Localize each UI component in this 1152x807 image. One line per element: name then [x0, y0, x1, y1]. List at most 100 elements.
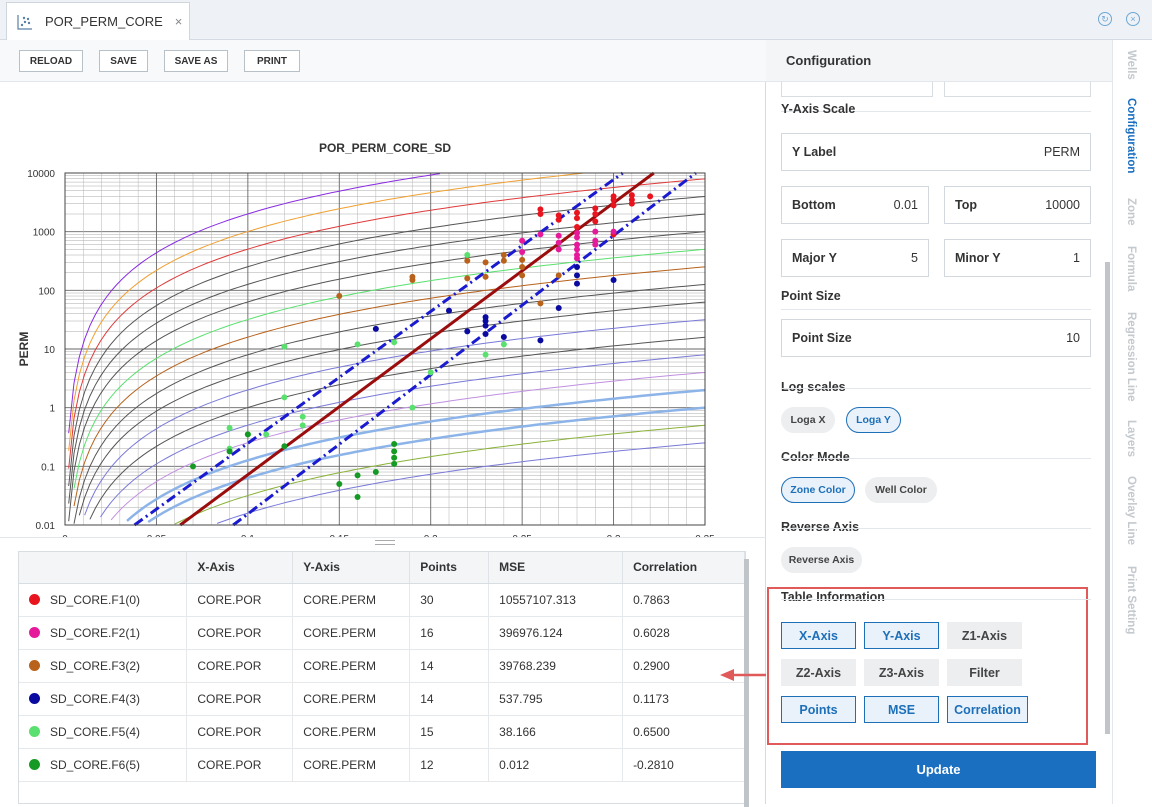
- data-point: [537, 206, 544, 213]
- top-field[interactable]: Top 10000: [944, 186, 1091, 224]
- y-axis-cell-text: CORE.PERM: [303, 757, 376, 772]
- mse-column-toggle[interactable]: MSE: [864, 696, 939, 723]
- print-button[interactable]: PRINT: [244, 50, 300, 72]
- reverse-axis-toggle[interactable]: Reverse Axis: [781, 547, 862, 573]
- points-cell-text: 30: [420, 592, 434, 607]
- y-axis-column-toggle[interactable]: Y-Axis: [864, 622, 939, 649]
- points-cell: 14: [409, 649, 490, 683]
- data-point: [519, 272, 526, 279]
- data-point: [500, 334, 507, 341]
- bottom-field[interactable]: Bottom 0.01: [781, 186, 929, 224]
- field-partial-right[interactable]: [944, 82, 1091, 97]
- config-scrollbar[interactable]: [1105, 262, 1110, 734]
- data-point: [226, 425, 233, 432]
- side-tab-wells[interactable]: Wells: [1125, 50, 1137, 80]
- side-tab-formula[interactable]: Formula: [1125, 246, 1137, 291]
- save-button[interactable]: SAVE: [99, 50, 148, 72]
- table-row[interactable]: SD_CORE.F6(5) CORE.POR CORE.PERM 12 0.012 -0.…: [19, 748, 745, 782]
- table-scrollbar[interactable]: [744, 559, 749, 807]
- data-point: [281, 394, 288, 401]
- series-color-dot: [29, 626, 40, 638]
- side-tab-regression-line[interactable]: Regression Line: [1125, 312, 1137, 401]
- side-tab-zone[interactable]: Zone: [1125, 198, 1137, 225]
- update-button[interactable]: Update: [781, 751, 1096, 788]
- chart-area: 00.050.10.150.20.250.30.350.010.11101001…: [0, 82, 766, 565]
- refresh-icon[interactable]: ↻: [1098, 12, 1112, 26]
- save-as-button[interactable]: SAVE AS: [164, 50, 228, 72]
- major-y-field[interactable]: Major Y 5: [781, 239, 929, 277]
- splitter-handle[interactable]: [0, 537, 766, 547]
- z2-axis-column-toggle[interactable]: Z2-Axis: [781, 659, 856, 686]
- table-row[interactable]: SD_CORE.F4(3) CORE.POR CORE.PERM 14 537.795 0…: [19, 682, 745, 716]
- y-label-field[interactable]: Y Label PERM: [781, 133, 1091, 171]
- point-size-value: 10: [1066, 331, 1080, 345]
- data-point: [464, 275, 471, 282]
- tab-por-perm-core[interactable]: POR_PERM_CORE ×: [6, 2, 190, 40]
- filter-column-toggle[interactable]: Filter: [947, 659, 1022, 686]
- correlation-cell-text: 0.6028: [633, 625, 670, 640]
- configuration-panel: Configuration Y-Axis Scale Y Label PERM …: [766, 40, 1112, 804]
- close-circle-icon[interactable]: ×: [1126, 12, 1140, 26]
- y-tick-label: 10000: [27, 169, 55, 180]
- y-tick-label: 1: [49, 404, 55, 415]
- loga-y-toggle[interactable]: Loga Y: [846, 407, 901, 433]
- series-color-dot: [29, 758, 40, 770]
- table-row[interactable]: SD_CORE.F1(0) CORE.POR CORE.PERM 30 10557107…: [19, 583, 745, 617]
- x-axis-column-toggle[interactable]: X-Axis: [781, 622, 856, 649]
- data-point: [555, 304, 562, 311]
- y-axis-label: PERM: [17, 332, 31, 367]
- x-axis-cell-text: CORE.POR: [197, 724, 262, 739]
- y-axis-cell: CORE.PERM: [292, 583, 411, 617]
- x-axis-cell: CORE.POR: [186, 583, 294, 617]
- data-point: [372, 325, 379, 332]
- data-point: [574, 246, 580, 253]
- side-tab-layers[interactable]: Layers: [1125, 420, 1137, 457]
- correlation-column-toggle[interactable]: Correlation: [947, 696, 1028, 723]
- correlation-cell: 0.1173: [622, 682, 745, 716]
- tab-bar: POR_PERM_CORE × ↻ ×: [0, 0, 1152, 40]
- table-row[interactable]: SD_CORE.F2(1) CORE.POR CORE.PERM 16 396976.1…: [19, 616, 745, 650]
- section-y-axis-scale: Y-Axis Scale: [781, 102, 856, 116]
- data-point: [574, 224, 580, 231]
- data-point: [610, 202, 617, 209]
- data-point: [555, 232, 562, 239]
- data-point: [190, 463, 196, 470]
- y-tick-label: 10: [44, 345, 56, 356]
- data-point: [263, 431, 270, 438]
- table-row[interactable]: SD_CORE.F3(2) CORE.POR CORE.PERM 14 39768.23…: [19, 649, 745, 683]
- major-y-label: Major Y: [792, 251, 837, 265]
- points-column-toggle[interactable]: Points: [781, 696, 856, 723]
- minor-y-value: 1: [1073, 251, 1080, 265]
- data-point: [610, 228, 617, 235]
- col-header-points: Points: [409, 552, 490, 584]
- minor-y-field[interactable]: Minor Y 1: [944, 239, 1091, 277]
- data-point: [574, 272, 580, 279]
- table-header-row: X-Axis Y-Axis Points MSE Correlation: [19, 552, 745, 584]
- series-name-cell-text: SD_CORE.F3(2): [50, 658, 141, 673]
- side-tab-print-setting[interactable]: Print Setting: [1125, 566, 1137, 634]
- zone-color-toggle[interactable]: Zone Color: [781, 477, 855, 503]
- z1-axis-column-toggle[interactable]: Z1-Axis: [947, 622, 1022, 649]
- point-size-field[interactable]: Point Size 10: [781, 319, 1091, 357]
- series-name-cell-text: SD_CORE.F4(3): [50, 691, 141, 706]
- data-point: [354, 472, 361, 479]
- reload-button[interactable]: RELOAD: [19, 50, 83, 72]
- y-tick-label: 100: [38, 286, 55, 297]
- points-cell: 12: [409, 748, 490, 782]
- table-row[interactable]: SD_CORE.F5(4) CORE.POR CORE.PERM 15 38.166 0.…: [19, 715, 745, 749]
- z3-axis-column-toggle[interactable]: Z3-Axis: [864, 659, 939, 686]
- data-point: [409, 404, 416, 411]
- close-icon[interactable]: ×: [175, 14, 183, 29]
- data-point: [555, 239, 562, 246]
- side-tab-overlay-line[interactable]: Overlay Line: [1125, 476, 1137, 545]
- scatter-chart[interactable]: 00.050.10.150.20.250.30.350.010.11101001…: [0, 82, 766, 565]
- data-point: [427, 369, 434, 376]
- field-partial-left[interactable]: [781, 82, 933, 97]
- series-color-dot: [29, 692, 40, 704]
- mse-cell-text: 396976.124: [499, 625, 563, 640]
- loga-x-toggle[interactable]: Loga X: [781, 407, 835, 433]
- well-color-toggle[interactable]: Well Color: [865, 477, 937, 503]
- side-tab-configuration[interactable]: Configuration: [1125, 98, 1137, 173]
- data-point: [574, 280, 580, 287]
- data-point: [391, 460, 398, 467]
